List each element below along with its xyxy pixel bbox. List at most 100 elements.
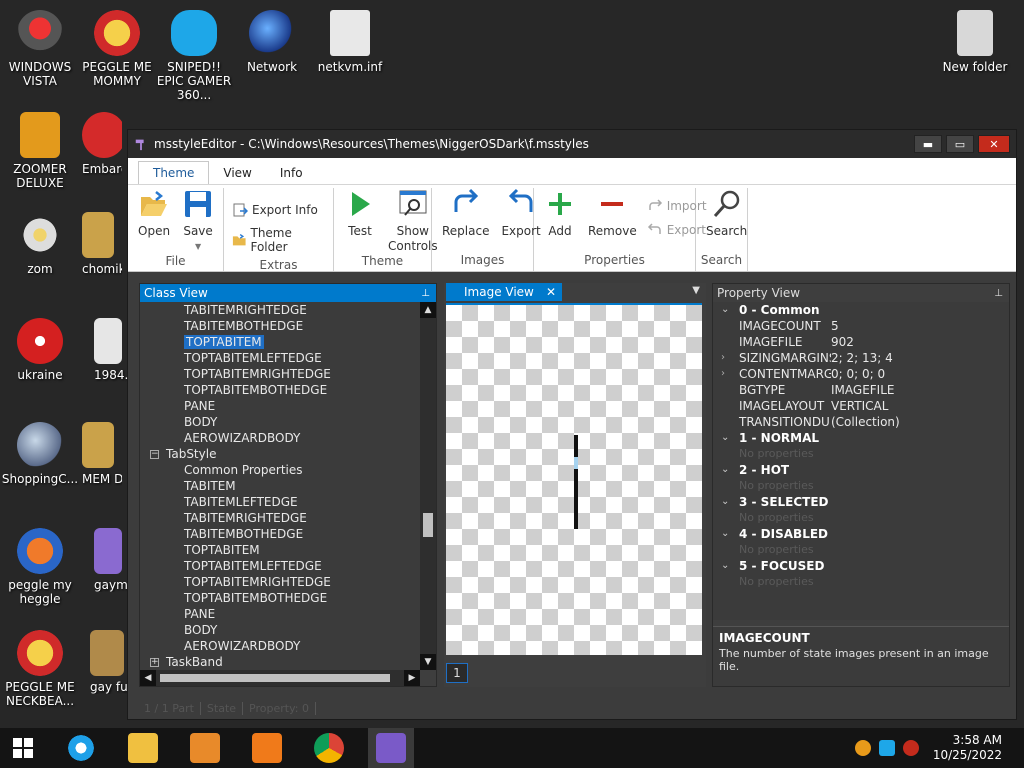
collapse-chevron-icon[interactable]: ⌄ — [721, 558, 729, 574]
scroll-left-icon[interactable]: ◀ — [140, 670, 156, 686]
property-category[interactable]: ⌄ 1 - NORMAL — [713, 430, 1009, 446]
class-view-vertical-scrollbar[interactable]: ▲ ▼ — [420, 302, 436, 670]
tree-item[interactable]: TOPTABITEM — [140, 542, 420, 558]
tree-item[interactable]: TOPTABITEMLEFTEDGE — [140, 350, 420, 366]
save-button[interactable]: Save ▼ — [176, 188, 220, 254]
clock[interactable]: 3:58 AM 10/25/2022 — [933, 733, 1002, 763]
expand-chevron-icon[interactable]: › — [721, 350, 725, 366]
tree-item[interactable]: TOPTABITEMRIGHTEDGE — [140, 574, 420, 590]
remove-property-button[interactable]: Remove — [582, 188, 643, 253]
property-value[interactable]: 5 — [831, 318, 1009, 334]
tree-item[interactable]: BODY — [140, 414, 420, 430]
tree-item[interactable]: AEROWIZARDBODY — [140, 638, 420, 654]
tab-theme[interactable]: Theme — [138, 161, 210, 184]
collapse-chevron-icon[interactable]: ⌄ — [721, 302, 729, 318]
collapse-chevron-icon[interactable]: ⌄ — [721, 494, 729, 510]
tree-item[interactable]: TOPTABITEMRIGHTEDGE — [140, 366, 420, 382]
desktop-icon-network[interactable]: Network — [232, 10, 312, 74]
class-view-horizontal-scrollbar[interactable]: ◀ ▶ — [140, 670, 420, 686]
scroll-up-icon[interactable]: ▲ — [420, 302, 436, 318]
property-row[interactable]: › CONTENTMARGINS0; 0; 0; 0 — [713, 366, 1009, 382]
save-dropdown-icon[interactable]: ▼ — [195, 239, 201, 254]
property-row[interactable]: BGTYPE IMAGEFILE — [713, 382, 1009, 398]
taskbar-media-player[interactable] — [182, 728, 228, 768]
tree-item[interactable]: TOPTABITEMLEFTEDGE — [140, 558, 420, 574]
property-category[interactable]: ⌄ 0 - Common — [713, 302, 1009, 318]
open-button[interactable]: Open — [132, 188, 176, 254]
tree-item[interactable]: + TaskBand — [140, 654, 420, 670]
taskbar-uc-browser[interactable] — [244, 728, 290, 768]
scroll-down-icon[interactable]: ▼ — [420, 654, 436, 670]
property-value[interactable]: 902 — [831, 334, 1009, 350]
add-property-button[interactable]: Add — [538, 188, 582, 253]
scroll-right-icon[interactable]: ▶ — [404, 670, 420, 686]
property-value[interactable]: VERTICAL — [831, 398, 1009, 414]
desktop-icon-netkvm[interactable]: netkvm.inf — [310, 10, 390, 74]
desktop-icon-new-folder[interactable]: New folder — [935, 10, 1015, 74]
collapse-chevron-icon[interactable]: ⌄ — [721, 462, 729, 478]
desktop-icon-zom[interactable]: zom — [0, 212, 80, 276]
tree-item[interactable]: PANE — [140, 398, 420, 414]
taskbar-msstyle-editor[interactable] — [368, 728, 414, 768]
tab-dropdown-icon[interactable]: ▼ — [692, 285, 700, 296]
pin-icon[interactable]: ⊥ — [994, 288, 1003, 299]
image-view-tab[interactable]: Image View ✕ — [446, 283, 562, 301]
horizontal-scroll-thumb[interactable] — [160, 674, 390, 682]
property-category[interactable]: ⌄ 3 - SELECTED — [713, 494, 1009, 510]
maximize-button[interactable]: ▭ — [946, 135, 974, 153]
taskbar-chrome[interactable] — [306, 728, 352, 768]
property-row[interactable]: IMAGECOUNT 5 — [713, 318, 1009, 334]
tree-expander-icon[interactable]: − — [150, 450, 159, 459]
search-button[interactable]: Search — [700, 188, 753, 253]
collapse-chevron-icon[interactable]: ⌄ — [721, 526, 729, 542]
tree-item[interactable]: TOPTABITEMBOTHEDGE — [140, 590, 420, 606]
start-button[interactable] — [0, 728, 46, 768]
property-value[interactable]: 0; 0; 0; 0 — [831, 366, 1009, 382]
desktop-icon-shoppingc[interactable]: ShoppingC... — [0, 422, 80, 486]
property-value[interactable]: 2; 2; 13; 4 — [831, 350, 1009, 366]
tree-item[interactable]: TABITEMRIGHTEDGE — [140, 510, 420, 526]
tree-item[interactable]: TOPTABITEM — [140, 334, 420, 350]
class-tree[interactable]: TABITEMRIGHTEDGE TABITEMBOTHEDGE TOPTABITE… — [140, 302, 420, 670]
tree-item[interactable]: TABITEMBOTHEDGE — [140, 318, 420, 334]
desktop-icon-peggle-me-mommy[interactable]: PEGGLE ME MOMMY — [77, 10, 157, 88]
property-row[interactable]: › SIZINGMARGINS 2; 2; 13; 4 — [713, 350, 1009, 366]
tree-item[interactable]: TABITEM — [140, 478, 420, 494]
expand-chevron-icon[interactable]: › — [721, 366, 725, 382]
desktop-icon-peggle-my-heggle[interactable]: peggle my heggle — [0, 528, 80, 606]
desktop-icon-embarcadero[interactable]: Embarca Dev-C — [82, 112, 122, 176]
tree-item[interactable]: BODY — [140, 622, 420, 638]
volume-tray-icon[interactable] — [902, 740, 919, 756]
taskbar-file-explorer[interactable] — [120, 728, 166, 768]
image-page-indicator[interactable]: 1 — [446, 663, 468, 683]
taskbar-internet-explorer[interactable] — [58, 728, 104, 768]
search-tray-icon[interactable] — [854, 740, 871, 756]
theme-folder-button[interactable]: Theme Folder — [228, 222, 329, 258]
tree-item[interactable]: − TabStyle — [140, 446, 420, 462]
tree-item[interactable]: PANE — [140, 606, 420, 622]
test-button[interactable]: Test — [338, 188, 382, 254]
tree-item[interactable]: AEROWIZARDBODY — [140, 430, 420, 446]
property-value[interactable]: (Collection) — [831, 414, 1009, 430]
property-grid[interactable]: ⌄ 0 - Common IMAGECOUNT 5 IMAGEFILE 902 › SIZIN… — [713, 302, 1009, 620]
property-row[interactable]: TRANSITIONDURATIO(Collection) — [713, 414, 1009, 430]
export-info-button[interactable]: Export Info — [228, 198, 329, 222]
replace-button[interactable]: Replace — [436, 188, 495, 253]
property-category[interactable]: ⌄ 2 - HOT — [713, 462, 1009, 478]
title-bar[interactable]: msstyleEditor - C:\Windows\Resources\The… — [128, 130, 1016, 158]
desktop-icon-ukraine[interactable]: ukraine — [0, 318, 80, 382]
desktop-icon-gay-fu-porn[interactable]: gay fu porn — [90, 630, 130, 694]
desktop-icon-chomiki[interactable]: chomiki — [82, 212, 122, 276]
tree-item[interactable]: TABITEMBOTHEDGE — [140, 526, 420, 542]
close-tab-icon[interactable]: ✕ — [546, 285, 556, 299]
desktop-icon-sniped[interactable]: SNIPED!! EPIC GAMER 360... — [154, 10, 234, 102]
vertical-scroll-thumb[interactable] — [423, 512, 433, 537]
desktop-icon-windows-vista[interactable]: WINDOWS VISTA — [0, 10, 80, 88]
tree-item[interactable]: TABITEMLEFTEDGE — [140, 494, 420, 510]
tree-item[interactable]: TOPTABITEMBOTHEDGE — [140, 382, 420, 398]
desktop-icon-peggle-me-neckbeard[interactable]: PEGGLE ME NECKBEA... — [0, 630, 80, 708]
tab-view[interactable]: View — [209, 162, 265, 184]
collapse-chevron-icon[interactable]: ⌄ — [721, 430, 729, 446]
tree-expander-icon[interactable]: + — [150, 658, 159, 667]
tree-item[interactable]: Common Properties — [140, 462, 420, 478]
